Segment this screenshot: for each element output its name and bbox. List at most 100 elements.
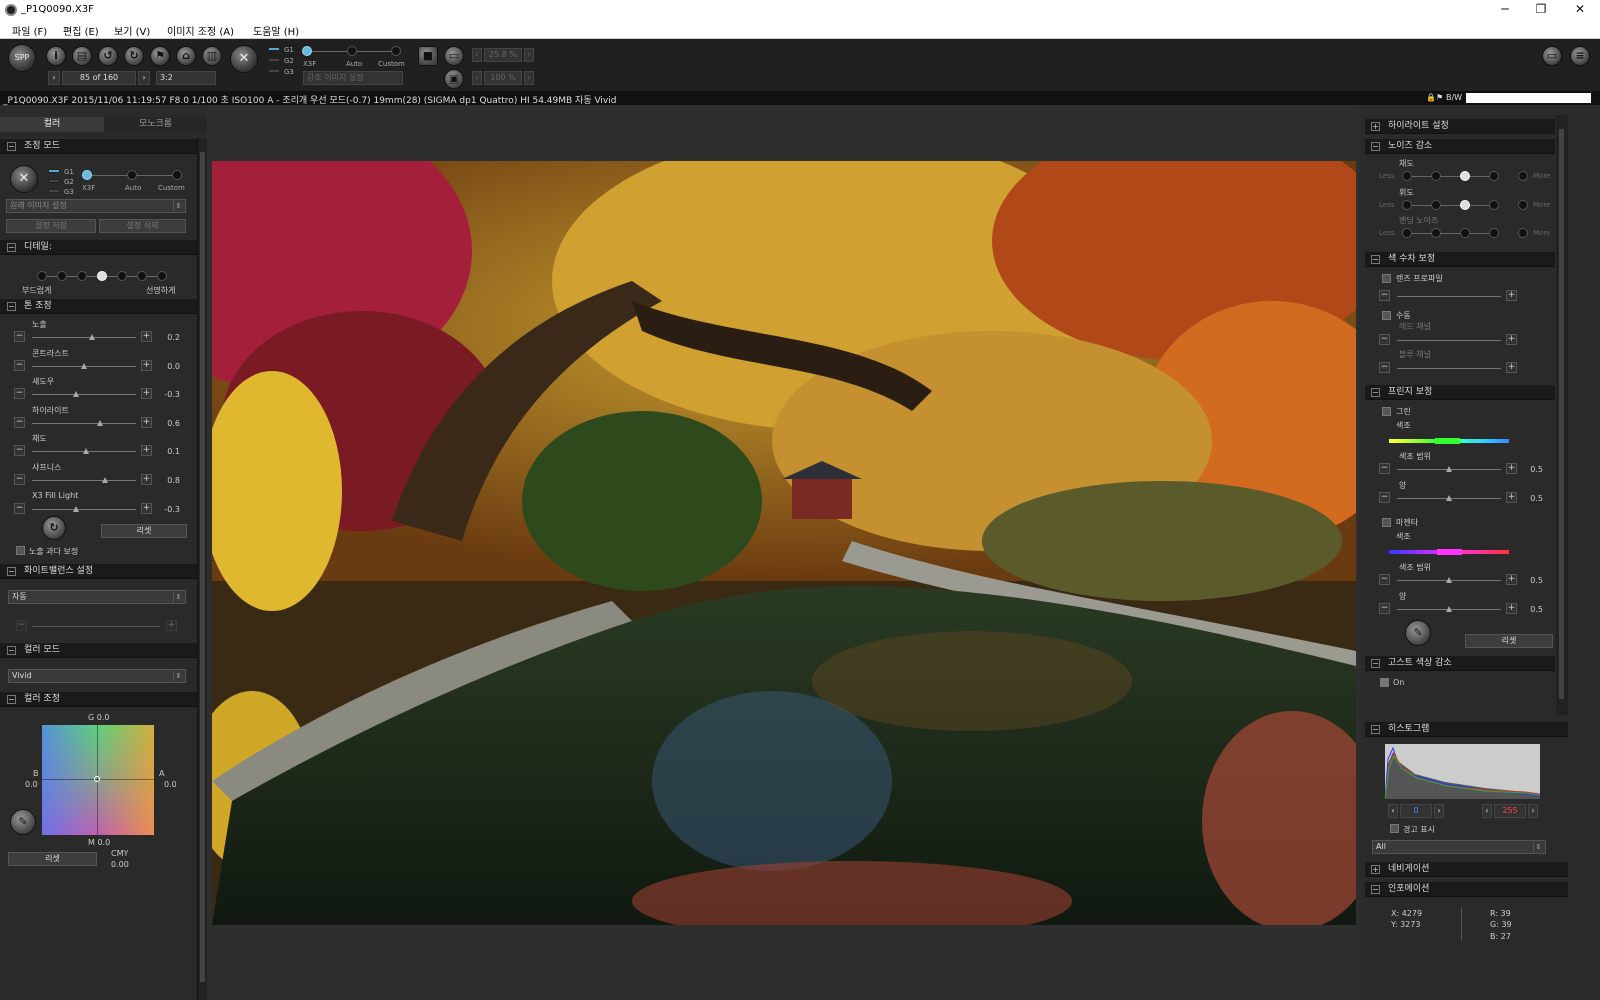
left-mode-custom[interactable] <box>172 170 182 180</box>
wb-header[interactable]: − 화이트밸런스 설정 <box>0 564 197 579</box>
hist-low-up[interactable]: › <box>1434 804 1444 818</box>
image-viewer[interactable] <box>207 105 1359 1000</box>
left-g3[interactable] <box>48 189 60 193</box>
tone-slider-minus[interactable]: − <box>14 503 25 514</box>
highlight-header[interactable]: + 하이라이트 설정 <box>1365 119 1555 134</box>
tab-color[interactable]: 컬러 <box>0 117 104 132</box>
zoom-100-icon[interactable]: ▣ <box>444 69 464 89</box>
fringe-reset-button[interactable]: 리셋 <box>1465 634 1553 648</box>
hist-low-down[interactable]: ‹ <box>1388 804 1398 818</box>
detail-header[interactable]: − 디테일: <box>0 240 197 255</box>
tone-slider-thumb[interactable] <box>73 506 79 512</box>
delete-settings-button[interactable]: 설정 삭제 <box>99 219 186 233</box>
color-adjust-handle[interactable] <box>94 776 100 782</box>
left-g1[interactable] <box>48 169 60 173</box>
mode-x3f-dot[interactable] <box>302 46 312 56</box>
noise-step-dot[interactable] <box>1402 228 1412 238</box>
tone-slider-plus[interactable]: + <box>141 417 152 428</box>
prev-image-button[interactable]: ‹ <box>48 71 60 85</box>
green-amount-thumb[interactable] <box>1446 495 1452 501</box>
hist-high-value[interactable]: 255 <box>1494 804 1526 818</box>
tone-slider-plus[interactable]: + <box>141 503 152 514</box>
hist-high-down[interactable]: ‹ <box>1482 804 1492 818</box>
ghost-header[interactable]: − 고스트 색상 감소 <box>1365 656 1555 671</box>
tone-slider-track[interactable] <box>32 480 136 481</box>
trash-icon[interactable]: ▥ <box>202 46 222 66</box>
detail-step-4[interactable] <box>97 271 107 281</box>
noise-step-dot[interactable] <box>1489 228 1499 238</box>
ghost-on-checkbox[interactable] <box>1380 678 1389 687</box>
preset-select[interactable]: 감조 이미지 설정 <box>303 71 403 85</box>
mode-custom-dot[interactable] <box>391 46 401 56</box>
zoom2-down-button[interactable]: ‹ <box>472 71 482 85</box>
tone-slider-thumb[interactable] <box>73 391 79 397</box>
tone-slider-minus[interactable]: − <box>14 388 25 399</box>
histogram-channel-select[interactable]: All ⇕ <box>1372 840 1546 854</box>
tone-slider-plus[interactable]: + <box>141 331 152 342</box>
tone-slider-track[interactable] <box>32 337 136 338</box>
stop-icon[interactable]: ■ <box>418 46 438 66</box>
menu-edit[interactable]: 편집 (E) <box>63 23 99 38</box>
flag-icon[interactable]: ⚑ <box>150 46 170 66</box>
red-minus[interactable]: − <box>1379 334 1390 345</box>
zoom-up-button[interactable]: › <box>524 48 534 62</box>
information-header[interactable]: − 인포메이션 <box>1365 882 1568 897</box>
left-mode-x3f[interactable] <box>82 170 92 180</box>
fringe-picker-icon[interactable]: ✎ <box>1405 620 1431 646</box>
lens-profile-checkbox[interactable] <box>1382 274 1391 283</box>
lens-plus[interactable]: + <box>1506 290 1517 301</box>
noise-step-dot[interactable] <box>1431 200 1441 210</box>
next-image-button[interactable]: › <box>138 71 150 85</box>
adjust-mode-x-icon[interactable]: ✕ <box>10 165 38 193</box>
eyedropper-icon[interactable]: ✎ <box>10 809 36 835</box>
detail-step-2[interactable] <box>57 271 67 281</box>
rotate-right-icon[interactable]: ↻ <box>124 46 144 66</box>
tone-slider-plus[interactable]: + <box>141 474 152 485</box>
tab-monochrome[interactable]: 모노크롬 <box>104 117 207 132</box>
tone-slider-thumb[interactable] <box>81 363 87 369</box>
noise-step-dot[interactable] <box>1518 228 1528 238</box>
settings-menu-icon[interactable]: ≡ <box>1570 46 1590 66</box>
green-range-plus[interactable]: + <box>1506 463 1517 474</box>
zoom-down-button[interactable]: ‹ <box>472 48 482 62</box>
noise-step-dot[interactable] <box>1402 200 1412 210</box>
menu-help[interactable]: 도움말 (H) <box>253 23 299 38</box>
noise-step-dot[interactable] <box>1460 171 1470 181</box>
magenta-checkbox[interactable] <box>1382 518 1391 527</box>
g3-indicator[interactable] <box>268 69 280 73</box>
panel-layout-icon[interactable]: ▭ <box>1542 46 1562 66</box>
warn-checkbox[interactable] <box>1390 824 1399 833</box>
noise-step-dot[interactable] <box>1489 200 1499 210</box>
magenta-range-thumb[interactable] <box>1446 577 1452 583</box>
green-range-minus[interactable]: − <box>1379 463 1390 474</box>
save-settings-button[interactable]: 설정 저장 <box>6 219 96 233</box>
magenta-amount-thumb[interactable] <box>1446 606 1452 612</box>
tone-header[interactable]: − 톤 조정 <box>0 299 197 314</box>
tone-slider-minus[interactable]: − <box>14 417 25 428</box>
menu-image-adjust[interactable]: 이미지 조정 (A) <box>167 23 234 38</box>
tone-slider-minus[interactable]: − <box>14 445 25 456</box>
left-scroll-thumb[interactable] <box>200 152 205 982</box>
noise-step-dot[interactable] <box>1518 200 1528 210</box>
color-adjust-header[interactable]: − 컬러 조정 <box>0 692 197 707</box>
noise-step-dot[interactable] <box>1518 171 1528 181</box>
spp-home-icon[interactable]: SPP <box>8 44 36 72</box>
noise-step-dot[interactable] <box>1431 171 1441 181</box>
minimize-button[interactable]: ─ <box>1485 1 1525 19</box>
green-hue-range[interactable] <box>1435 438 1460 444</box>
green-amount-plus[interactable]: + <box>1506 492 1517 503</box>
noise-step-dot[interactable] <box>1489 171 1499 181</box>
hist-low-value[interactable]: 0 <box>1400 804 1432 818</box>
noise-step-dot[interactable] <box>1460 200 1470 210</box>
magenta-range-plus[interactable]: + <box>1506 574 1517 585</box>
detail-step-1[interactable] <box>37 271 47 281</box>
tone-slider-track[interactable] <box>32 509 136 510</box>
left-preset-select[interactable]: 원래 이미지 설정 ⇕ <box>6 199 186 213</box>
histogram-header[interactable]: − 히스토그램 <box>1365 722 1568 737</box>
tone-slider-plus[interactable]: + <box>141 360 152 371</box>
adjust-mode-icon[interactable]: ✕ <box>230 45 258 73</box>
print-icon[interactable]: ▤ <box>72 46 92 66</box>
tone-slider-thumb[interactable] <box>102 477 108 483</box>
noise-step-dot[interactable] <box>1460 228 1470 238</box>
g2-indicator[interactable] <box>268 58 280 62</box>
